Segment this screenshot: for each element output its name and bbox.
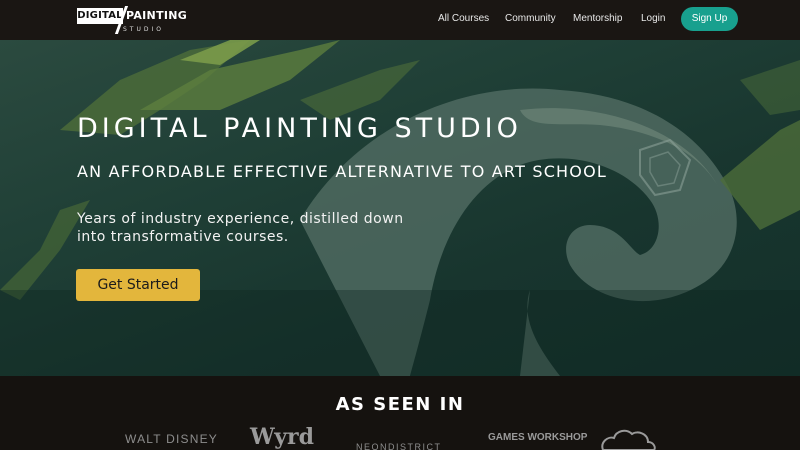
hero-subtitle: AN AFFORDABLE EFFECTIVE ALTERNATIVE TO A… — [77, 162, 607, 181]
site-logo[interactable]: DIGITAL PAINTING STUDIO — [77, 6, 187, 35]
top-nav: DIGITAL PAINTING STUDIO All Courses Comm… — [0, 0, 800, 40]
logo-primary: DIGITAL — [77, 8, 123, 24]
logo-secondary: PAINTING — [126, 9, 188, 22]
logo-sub: STUDIO — [123, 26, 164, 33]
nav-all-courses[interactable]: All Courses — [438, 12, 489, 26]
as-seen-in-section: AS SEEN IN WALT DISNEY Wyrd NEONDISTRICT… — [0, 376, 800, 450]
press-logo-neon-district: NEONDISTRICT — [356, 442, 442, 450]
press-logo-games-workshop: GAMES WORKSHOP — [488, 432, 588, 443]
get-started-button[interactable]: Get Started — [76, 269, 200, 301]
hero-wave-illustration — [0, 40, 800, 376]
sign-up-button[interactable]: Sign Up — [681, 7, 738, 31]
nav-community[interactable]: Community — [505, 12, 556, 26]
hero-description: Years of industry experience, distilled … — [77, 211, 404, 245]
hero-title: DIGITAL PAINTING STUDIO — [77, 113, 522, 144]
hero-section: DIGITAL PAINTING STUDIO AN AFFORDABLE EF… — [0, 40, 800, 376]
as-seen-in-title: AS SEEN IN — [335, 394, 465, 415]
nav-login[interactable]: Login — [641, 12, 665, 26]
press-logo-walt-disney: WALT DISNEY — [125, 432, 218, 446]
nav-mentorship[interactable]: Mentorship — [573, 12, 622, 26]
cloud-logo-icon — [601, 429, 656, 450]
press-logo-wyrd: Wyrd — [250, 424, 314, 450]
